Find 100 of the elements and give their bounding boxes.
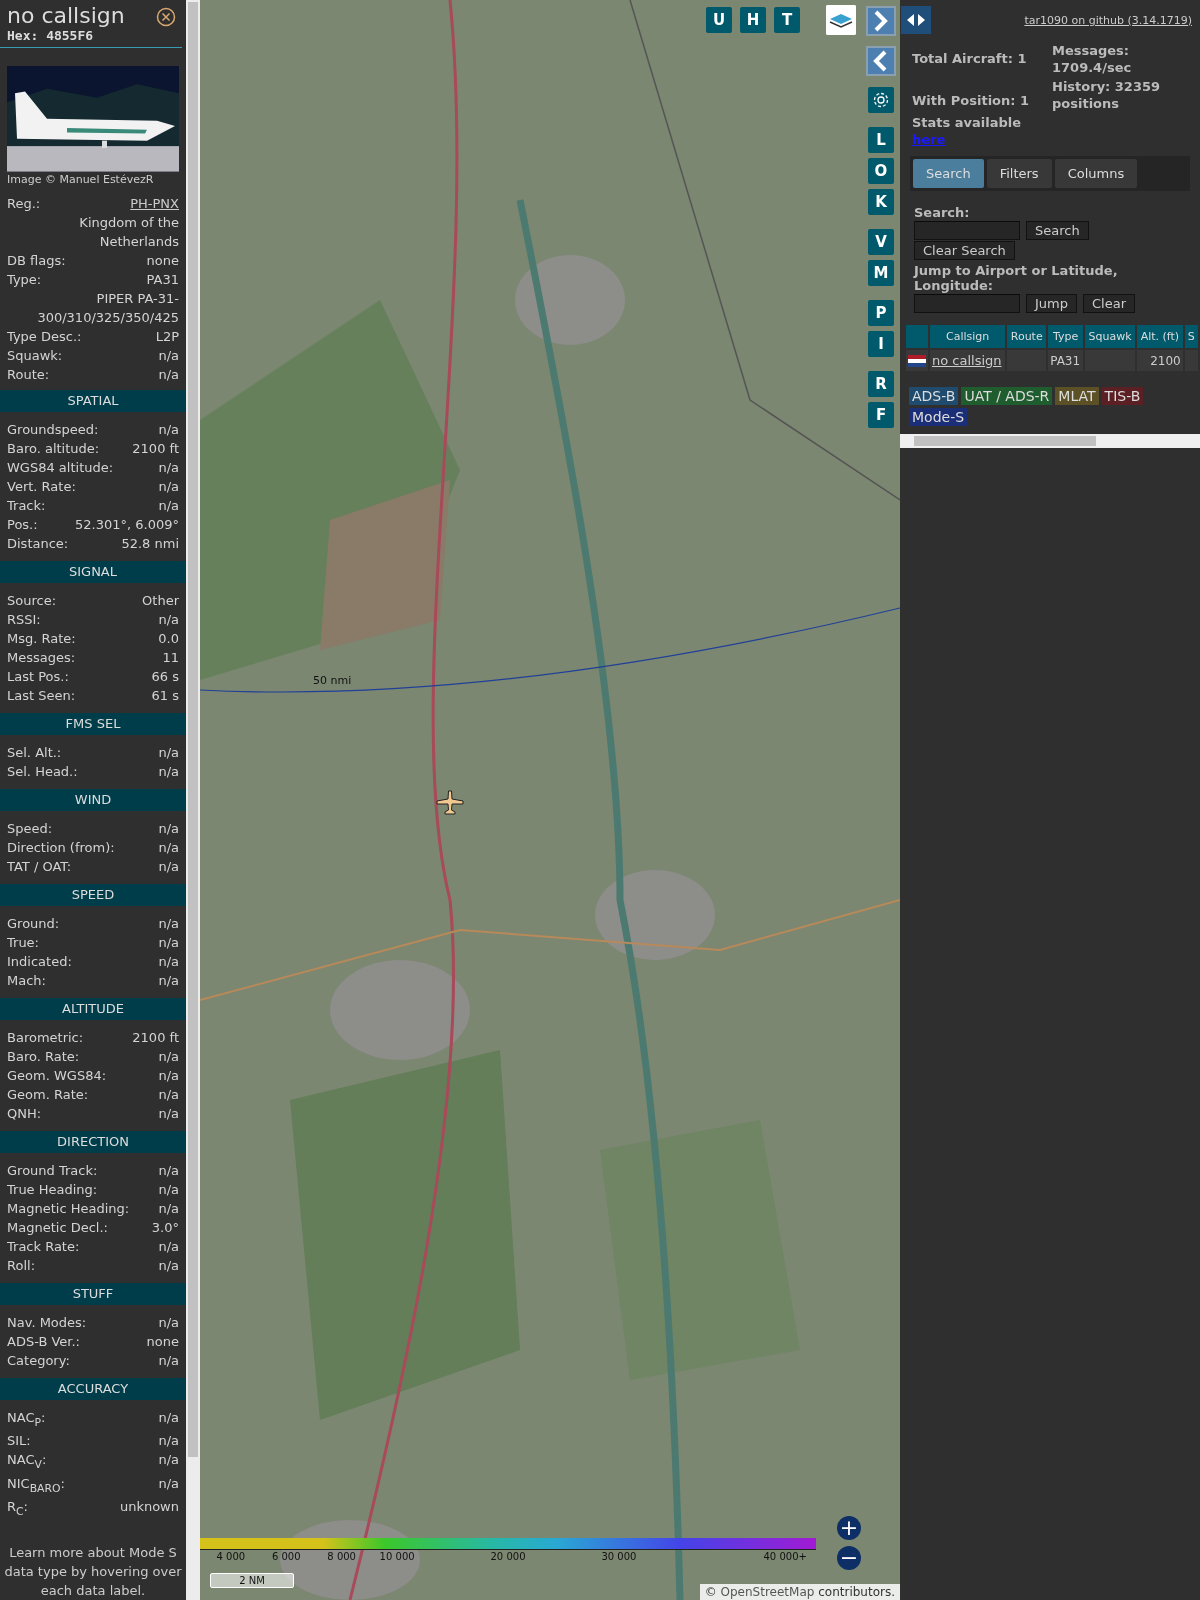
- search-button[interactable]: Search: [1026, 221, 1089, 240]
- clear-search-button[interactable]: Clear Search: [914, 241, 1015, 260]
- map-button[interactable]: L: [868, 127, 894, 153]
- map-button[interactable]: H: [740, 7, 766, 33]
- map-button[interactable]: P: [868, 300, 894, 326]
- field-label: Type:: [7, 270, 42, 289]
- field-label: Source:: [7, 591, 57, 610]
- with-position: With Position: 1: [912, 92, 1031, 110]
- field-label: Ground Track:: [7, 1161, 98, 1180]
- callsign-title: no callsign: [7, 4, 125, 28]
- field-value: n/a: [158, 1104, 179, 1123]
- field-label: Indicated:: [7, 952, 72, 971]
- field-label: Direction (from):: [7, 838, 115, 857]
- layers-icon[interactable]: [826, 5, 856, 35]
- section-header: FMS SEL: [0, 712, 186, 735]
- tab[interactable]: Columns: [1054, 159, 1138, 188]
- field-value: n/a: [158, 952, 179, 971]
- total-aircraft: Total Aircraft: 1: [912, 50, 1028, 68]
- field-label: DB flags:: [7, 251, 66, 270]
- github-link[interactable]: tar1090 on github (3.14.1719): [1024, 13, 1192, 27]
- altitude-tick-label: 6 000: [271, 1551, 301, 1562]
- map-button[interactable]: V: [868, 229, 894, 255]
- field-label: Category:: [7, 1351, 70, 1370]
- search-field[interactable]: [914, 221, 1020, 240]
- map-attribution: © OpenStreetMap contributors.: [699, 1584, 900, 1600]
- altitude-tick-label: 20 000: [490, 1551, 526, 1562]
- field-value: n/a: [158, 933, 179, 952]
- field-value: n/a: [158, 1432, 179, 1451]
- scrollbar[interactable]: [900, 434, 1200, 448]
- close-icon[interactable]: [156, 7, 176, 27]
- field-value: n/a: [158, 1047, 179, 1066]
- field-label: Geom. Rate:: [7, 1085, 89, 1104]
- settings-button[interactable]: [868, 87, 894, 113]
- column-header[interactable]: Route: [1007, 325, 1047, 348]
- field-value: 3.0°: [151, 1218, 179, 1237]
- field-label: Roll:: [7, 1256, 35, 1275]
- field-label: Barometric:: [7, 1028, 84, 1047]
- field-label: Track Rate:: [7, 1237, 80, 1256]
- field-value: 66 s: [151, 667, 179, 686]
- map-button[interactable]: M: [868, 260, 894, 286]
- map-button[interactable]: K: [868, 189, 894, 215]
- field-value: n/a: [158, 1237, 179, 1256]
- field-value: 52.8 nmi: [121, 534, 179, 553]
- field-label: Messages:: [7, 648, 76, 667]
- scrollbar[interactable]: [186, 0, 200, 1600]
- field-label: Vert. Rate:: [7, 477, 76, 496]
- column-header[interactable]: Callsign: [930, 325, 1006, 348]
- field-value: n/a: [158, 496, 179, 515]
- field-value: n/a: [158, 819, 179, 838]
- field-value: n/a: [158, 1313, 179, 1332]
- aircraft-icon[interactable]: [436, 790, 464, 815]
- field-label: Ground:: [7, 914, 60, 933]
- hex-code: Hex: 4855F6: [7, 28, 95, 43]
- field-value: PA31: [146, 270, 179, 289]
- map-button[interactable]: T: [774, 7, 800, 33]
- field-label: Sel. Alt.:: [7, 743, 62, 762]
- field-value: n/a: [158, 1161, 179, 1180]
- field-label: NAC$_{P}$:: [7, 1408, 46, 1431]
- field-label: TAT / OAT:: [7, 857, 72, 876]
- table-cell: PA31: [1048, 350, 1083, 371]
- field-label: Nav. Modes:: [7, 1313, 87, 1332]
- column-header[interactable]: Squawk: [1084, 325, 1136, 348]
- source-badge: ADS-B: [909, 387, 959, 405]
- registration-link[interactable]: PH-PNX: [130, 193, 179, 213]
- clear-button[interactable]: Clear: [1083, 294, 1135, 313]
- jump-label: Jump to Airport or Latitude, Longitude:: [914, 263, 1119, 293]
- field-label: RSSI:: [7, 610, 41, 629]
- jump-field[interactable]: [914, 294, 1020, 313]
- column-header[interactable]: Type: [1048, 325, 1083, 348]
- section-header: ACCURACY: [0, 1377, 186, 1400]
- range-label: 50 nmi: [313, 674, 352, 687]
- map-button[interactable]: U: [706, 7, 732, 33]
- column-header[interactable]: S: [1184, 325, 1198, 348]
- map-button[interactable]: F: [868, 402, 894, 428]
- search-label: Search:: [914, 205, 971, 220]
- stats-text: Stats available: [912, 115, 1022, 130]
- field-value: n/a: [158, 420, 179, 439]
- field-label: Speed:: [7, 819, 53, 838]
- field-value: none: [146, 1332, 179, 1351]
- jump-button[interactable]: Jump: [1026, 294, 1077, 313]
- field-value: 2100 ft: [132, 439, 179, 458]
- field-value: 2100 ft: [132, 1028, 179, 1047]
- field-label: Distance:: [7, 534, 69, 553]
- map-button[interactable]: R: [868, 371, 894, 397]
- map-button[interactable]: I: [868, 331, 894, 357]
- field-value: 11: [162, 648, 179, 667]
- altitude-tick-label: 30 000: [601, 1551, 637, 1562]
- tab[interactable]: Filters: [986, 159, 1052, 188]
- field-value: n/a: [158, 838, 179, 857]
- table-cell[interactable]: no callsign: [930, 350, 1006, 371]
- field-label: Sel. Head.:: [7, 762, 78, 781]
- attribution-link[interactable]: OpenStreetMap: [720, 1585, 815, 1599]
- column-header[interactable]: Alt. (ft): [1137, 325, 1183, 348]
- section-header: SPATIAL: [0, 389, 186, 412]
- field-label: NIC$_{BARO}$:: [7, 1474, 65, 1497]
- field-value: 0.0: [158, 629, 179, 648]
- field-value: n/a: [158, 857, 179, 876]
- field-value: n/a: [158, 1451, 179, 1470]
- map-button[interactable]: O: [868, 158, 894, 184]
- field-value: n/a: [158, 1474, 179, 1493]
